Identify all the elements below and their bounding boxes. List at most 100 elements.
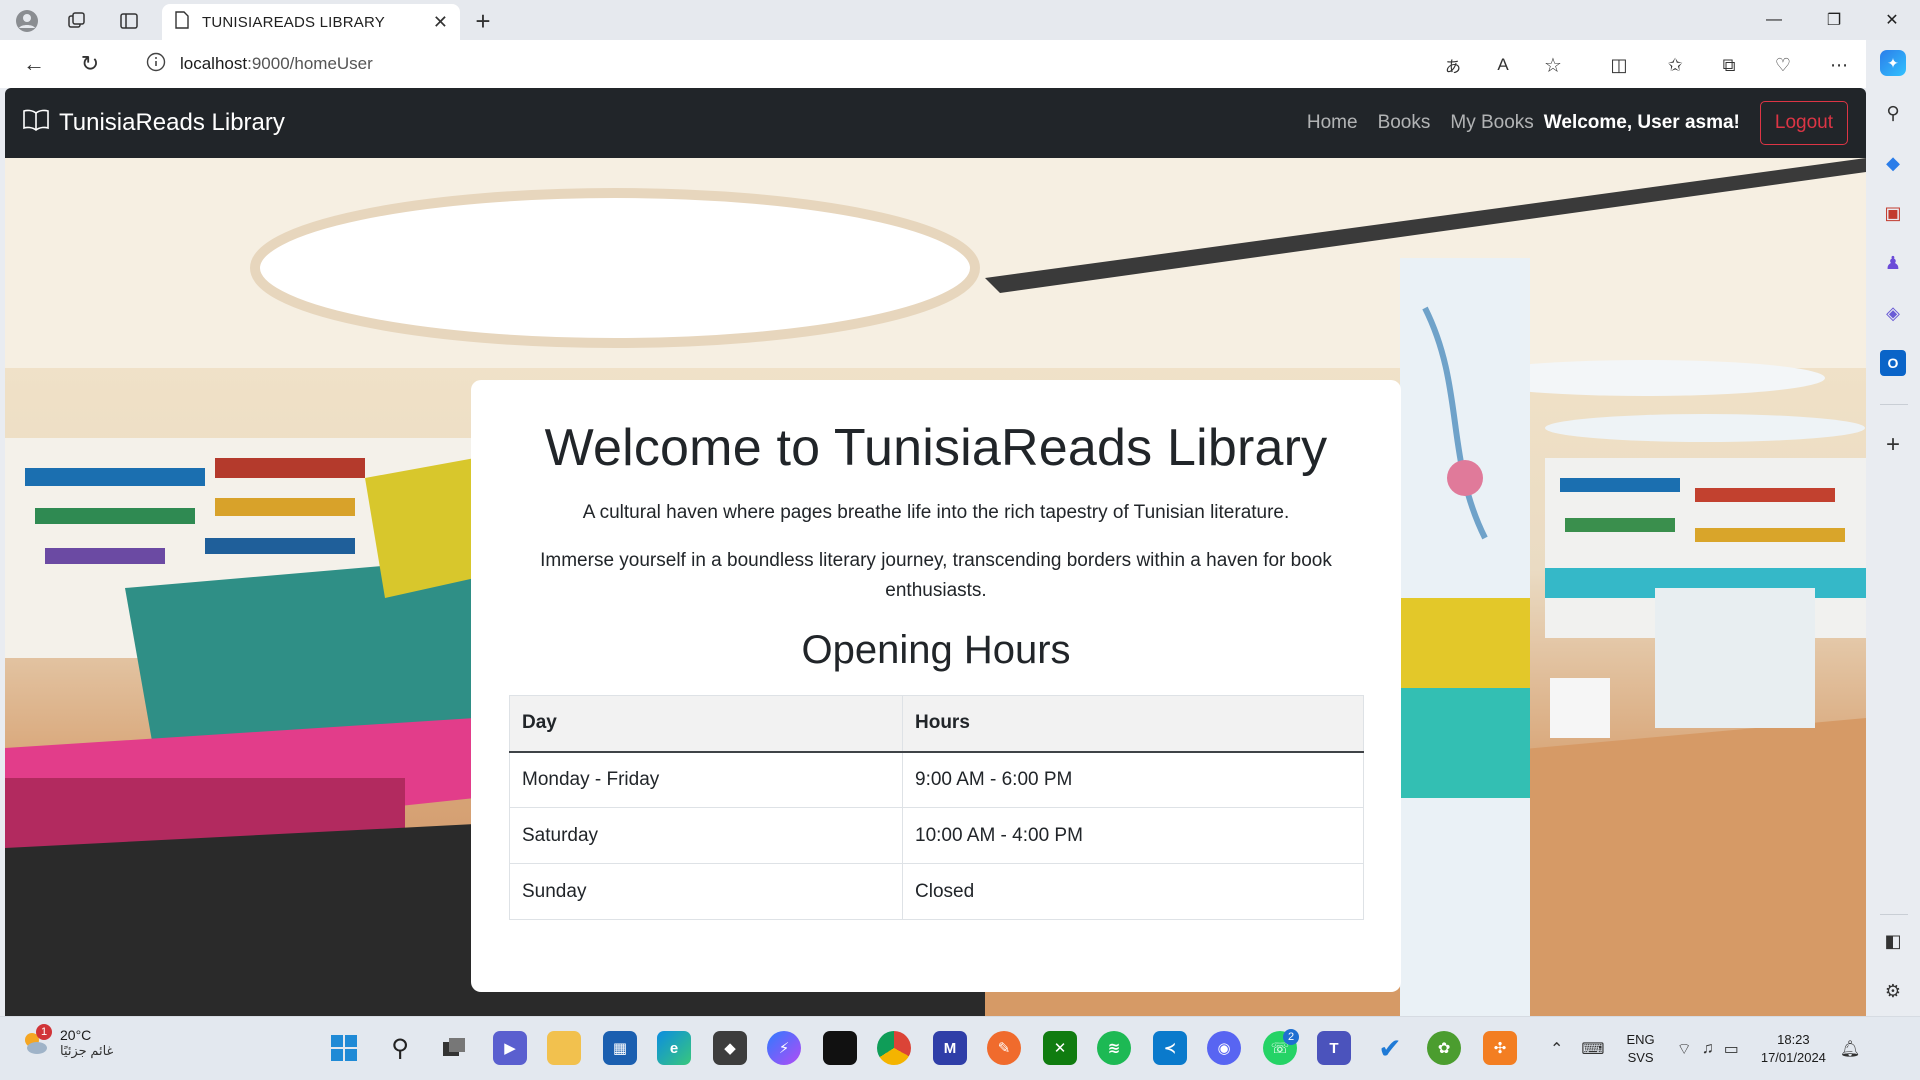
teams-chat-icon[interactable]: ▶ — [493, 1031, 527, 1065]
xampp-icon[interactable]: ✣ — [1483, 1031, 1517, 1065]
discord-icon[interactable]: ◉ — [1207, 1031, 1241, 1065]
nav-home-link[interactable]: Home — [1307, 112, 1358, 134]
battery-icon[interactable]: ▭ — [1724, 1039, 1739, 1059]
hide-sidebar-icon[interactable]: ◧ — [1880, 928, 1906, 954]
workspaces-icon[interactable] — [64, 8, 90, 34]
profile-icon[interactable] — [14, 8, 40, 34]
settings-gear-icon[interactable]: ⚙ — [1880, 978, 1906, 1004]
add-sidebar-app-icon[interactable]: + — [1880, 431, 1906, 458]
task-view-icon[interactable] — [437, 1031, 471, 1065]
show-hidden-icons-icon[interactable]: ⌃ — [1550, 1039, 1563, 1059]
edge-sidebar: ✦ ⚲ ◆ ▣ ♟ ◈ O + ◧ ⚙ — [1866, 40, 1920, 1016]
nav-links: Home Books My Books Welcome, User asma! … — [1287, 101, 1848, 145]
vscode-icon[interactable]: ≺ — [1153, 1031, 1187, 1065]
games-icon[interactable]: ♟ — [1880, 250, 1906, 276]
cell-day: Monday - Friday — [509, 751, 903, 808]
restore-icon[interactable]: ❐ — [1806, 0, 1862, 40]
intro-paragraph-2: Immerse yourself in a boundless literary… — [540, 550, 1332, 601]
search-taskbar-icon[interactable]: ⚲ — [383, 1031, 417, 1065]
table-row: Sunday Closed — [509, 863, 1364, 920]
copilot-icon[interactable]: ✦ — [1880, 50, 1906, 76]
start-button-icon[interactable] — [327, 1031, 361, 1065]
weather-temp: 20°C — [60, 1027, 92, 1043]
notification-bell-icon[interactable]: 🔔︎ — [1840, 1039, 1860, 1059]
header-day: Day — [509, 695, 903, 753]
whatsapp-badge: 2 — [1283, 1029, 1299, 1045]
language-indicator[interactable]: ENG SVS — [1627, 1031, 1655, 1067]
postman-icon[interactable]: ✎ — [987, 1031, 1021, 1065]
chrome-icon[interactable] — [877, 1031, 911, 1065]
address-bar-row: ← ↻ localhost:9000/homeUser あ A ☆ ◫ ✩ ⧉ … — [0, 40, 1920, 88]
cell-hours: Closed — [902, 863, 1364, 920]
welcome-user-text: Welcome, User asma! — [1543, 112, 1740, 133]
cell-hours: 10:00 AM - 4:00 PM — [902, 807, 1364, 864]
split-screen-icon[interactable]: ◫ — [1606, 52, 1632, 78]
refresh-icon[interactable]: ↻ — [76, 50, 104, 78]
site-info-icon[interactable] — [146, 52, 166, 77]
cell-day: Sunday — [509, 863, 903, 920]
read-aloud-icon[interactable]: A — [1490, 52, 1516, 78]
weather-widget[interactable]: 1 20°C غائم جزئيًا — [20, 1024, 114, 1059]
brand-link[interactable]: TunisiaReads Library — [23, 109, 285, 138]
more-menu-icon[interactable]: ⋯ — [1826, 52, 1852, 78]
microsoft-store-icon[interactable]: ▦ — [603, 1031, 637, 1065]
volume-icon[interactable]: ♫ — [1702, 1040, 1714, 1058]
spotify-icon[interactable]: ≋ — [1097, 1031, 1131, 1065]
tab-actions-icon[interactable] — [116, 8, 142, 34]
new-tab-icon[interactable]: + — [468, 6, 498, 36]
shopping-tag-icon[interactable]: ◆ — [1880, 150, 1906, 176]
favorites-icon[interactable]: ✩ — [1662, 52, 1688, 78]
table-row: Saturday 10:00 AM - 4:00 PM — [509, 807, 1364, 864]
logout-button[interactable]: Logout — [1759, 101, 1848, 145]
tab-strip: TUNISIAREADS LIBRARY ✕ + — ❐ ✕ — [0, 0, 1920, 40]
tools-icon[interactable]: ▣ — [1880, 200, 1906, 226]
microsoft365-icon[interactable]: ◈ — [1880, 300, 1906, 326]
nav-books-link[interactable]: Books — [1378, 112, 1431, 134]
url-field[interactable]: localhost:9000/homeUser — [126, 46, 1586, 82]
nav-my-books-link[interactable]: My Books — [1450, 112, 1533, 134]
collections-icon[interactable]: ⧉ — [1716, 52, 1742, 78]
open-book-icon — [23, 109, 49, 138]
xbox-icon[interactable]: ✕ — [1043, 1031, 1077, 1065]
intro-paragraph-1: A cultural haven where pages breathe lif… — [582, 502, 1290, 523]
weather-condition: غائم جزئيًا — [60, 1043, 114, 1058]
language-code: ENG — [1626, 1032, 1655, 1047]
sidebar-divider-bottom — [1880, 914, 1908, 915]
edge-browser-icon[interactable]: e — [657, 1031, 691, 1065]
sticky-notes-icon[interactable] — [823, 1031, 857, 1065]
translate-icon[interactable]: あ — [1440, 52, 1466, 78]
hero-background-image: Welcome to TunisiaReads Library A cultur… — [5, 158, 1866, 1016]
search-icon[interactable]: ⚲ — [1880, 100, 1906, 126]
url-text: localhost:9000/homeUser — [180, 54, 373, 73]
header-hours: Hours — [902, 695, 1364, 753]
brand-text: TunisiaReads Library — [59, 109, 285, 136]
cell-hours: 9:00 AM - 6:00 PM — [902, 751, 1364, 808]
back-icon[interactable]: ← — [20, 50, 48, 78]
close-tab-icon[interactable]: ✕ — [433, 12, 448, 33]
active-tab[interactable]: TUNISIAREADS LIBRARY ✕ — [162, 4, 460, 40]
teams-icon[interactable]: T — [1317, 1031, 1351, 1065]
wifi-icon[interactable]: ⌔ — [1677, 1039, 1692, 1059]
minimize-icon[interactable]: — — [1746, 0, 1802, 40]
clock[interactable]: 18:23 17/01/2024 — [1761, 1031, 1826, 1067]
keyboard-icon[interactable]: ⌨ — [1581, 1039, 1604, 1059]
messenger-icon[interactable]: ⚡ — [767, 1031, 801, 1065]
tab-title: TUNISIAREADS LIBRARY — [202, 13, 385, 31]
unity-icon[interactable]: ◆ — [713, 1031, 747, 1065]
favorite-star-icon[interactable]: ☆ — [1540, 52, 1566, 78]
weather-icon: 1 — [20, 1024, 52, 1058]
code-editor-icon[interactable]: M — [933, 1031, 967, 1065]
gitkraken-icon[interactable]: ✿ — [1427, 1031, 1461, 1065]
table-row: Monday - Friday 9:00 AM - 6:00 PM — [509, 751, 1364, 808]
page-title: Welcome to TunisiaReads Library — [544, 419, 1328, 477]
close-window-icon[interactable]: ✕ — [1864, 0, 1920, 40]
opening-hours-title: Opening Hours — [801, 628, 1071, 672]
file-explorer-icon[interactable] — [547, 1031, 581, 1065]
system-tray: ⌃ ⌨ ENG SVS ⌔ ♫ ▭ 18:23 17/01/2024 🔔︎ — [1550, 1017, 1860, 1080]
browser-essentials-icon[interactable]: ♡ — [1770, 52, 1796, 78]
todo-icon[interactable]: ✔ — [1373, 1031, 1407, 1065]
outlook-icon[interactable]: O — [1880, 350, 1906, 376]
clock-date: 17/01/2024 — [1760, 1050, 1826, 1065]
page-viewport: TunisiaReads Library Home Books My Books… — [5, 88, 1866, 1016]
clock-time: 18:23 — [1777, 1032, 1810, 1047]
